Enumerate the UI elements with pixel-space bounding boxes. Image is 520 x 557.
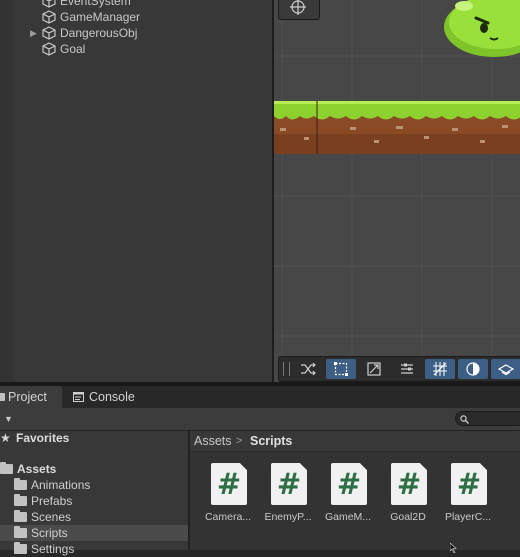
bottom-tab-bar: Project Console <box>0 386 520 408</box>
slime-enemy-sprite <box>444 0 520 57</box>
layers-button[interactable] <box>392 359 422 379</box>
move-tool-icon <box>290 0 306 15</box>
folder-icon <box>0 393 5 401</box>
asset-name: Goal2D <box>390 511 426 523</box>
tree-item-label: Settings <box>31 542 75 556</box>
search-icon <box>460 415 469 424</box>
script-asset-gamem[interactable]: # GameM... <box>320 463 376 533</box>
script-asset-playerc[interactable]: # PlayerC... <box>440 463 496 533</box>
tree-item-label: Scenes <box>31 510 72 524</box>
toolbar-drag-handle[interactable] <box>283 362 290 376</box>
folder-icon <box>14 478 27 490</box>
script-asset-camera[interactable]: # Camera... <box>200 463 256 533</box>
hash-glyph: # <box>276 467 302 501</box>
script-asset-enemyp[interactable]: # EnemyP... <box>260 463 316 533</box>
hierarchy-indent-strip <box>0 0 14 382</box>
rect-tool-icon <box>334 362 348 376</box>
hierarchy-item-label: Goal <box>60 42 86 56</box>
hierarchy-item-label: GameManager <box>60 10 141 24</box>
tab-project[interactable]: Project <box>0 386 62 408</box>
layers-icon <box>401 363 413 374</box>
snap-button[interactable] <box>359 359 389 379</box>
star-icon: ★ <box>0 431 11 445</box>
folder-icon <box>14 526 27 538</box>
hierarchy-item-label: DangerousObj <box>60 26 138 40</box>
tree-item-favorites[interactable]: ★ Favorites <box>0 430 188 446</box>
move-gizmo-button[interactable] <box>278 0 320 20</box>
tree-item-label: Assets <box>17 462 57 476</box>
tree-item-label: Scripts <box>31 526 68 540</box>
tab-label: Console <box>89 390 135 404</box>
asset-name: PlayerC... <box>444 511 492 523</box>
grid-button[interactable] <box>425 359 455 379</box>
breadcrumb-scripts[interactable]: Scripts <box>250 431 292 451</box>
shading-button[interactable] <box>458 359 488 379</box>
gameobject-cube-icon <box>42 26 56 40</box>
tab-console[interactable]: Console <box>66 386 146 408</box>
rect-tool-button[interactable] <box>326 359 356 379</box>
asset-browser: Assets > Scripts # Camera... # EnemyP...… <box>190 431 520 550</box>
tree-item-label: Animations <box>31 478 91 492</box>
hierarchy-panel: EventSystem GameManager ▶ DangerousObj G… <box>0 0 272 382</box>
asset-name: GameM... <box>324 511 372 523</box>
scene-overlay-toolbar <box>278 356 520 382</box>
search-input[interactable] <box>455 411 520 426</box>
console-icon <box>73 392 84 402</box>
folder-icon <box>14 542 27 554</box>
visibility-icon <box>498 364 514 376</box>
tab-label: Project <box>8 390 47 404</box>
gameobject-cube-icon <box>42 42 56 56</box>
tree-item-settings[interactable]: Settings <box>0 541 188 557</box>
breadcrumb-assets[interactable]: Assets <box>194 431 232 451</box>
tree-item-assets[interactable]: Assets <box>0 461 188 477</box>
scene-grid <box>274 0 520 382</box>
gameobject-cube-icon <box>42 10 56 24</box>
folder-icon <box>14 494 27 506</box>
project-folder-tree: ★ Favorites Assets Animations Prefabs Sc… <box>0 430 188 556</box>
tree-item-prefabs[interactable]: Prefabs <box>0 493 188 509</box>
script-asset-goal2d[interactable]: # Goal2D <box>380 463 436 533</box>
tree-item-label: Prefabs <box>31 494 73 508</box>
hash-glyph: # <box>336 467 362 501</box>
toggle-button[interactable] <box>293 359 323 379</box>
toggle-icon <box>301 362 316 376</box>
tree-item-scenes[interactable]: Scenes <box>0 509 188 525</box>
tree-item-label: Favorites <box>16 431 70 445</box>
tree-item-animations[interactable]: Animations <box>0 477 188 493</box>
folder-icon <box>14 510 27 522</box>
hash-glyph: # <box>396 467 422 501</box>
expand-arrow-icon[interactable]: ▶ <box>30 25 37 41</box>
ground-platform-sprite <box>274 101 520 154</box>
tree-item-scripts[interactable]: Scripts <box>0 525 188 541</box>
breadcrumb: Assets > Scripts <box>190 431 520 452</box>
add-dropdown-button[interactable]: ▼ <box>0 412 14 426</box>
snap-icon <box>367 362 381 376</box>
mouse-cursor-icon <box>450 543 457 553</box>
project-toolbar: ▼ <box>0 408 520 431</box>
visibility-button[interactable] <box>491 359 520 379</box>
grid-icon <box>433 362 447 376</box>
asset-name: EnemyP... <box>264 511 312 523</box>
chevron-down-icon: ▼ <box>4 414 13 424</box>
hash-glyph: # <box>216 467 242 501</box>
folder-icon <box>0 462 13 474</box>
scene-view[interactable] <box>272 0 520 382</box>
hash-glyph: # <box>456 467 482 501</box>
shading-icon <box>466 362 480 376</box>
gameobject-cube-icon <box>42 0 56 8</box>
asset-name: Camera... <box>204 511 252 523</box>
hierarchy-item-label: EventSystem <box>60 0 131 8</box>
chevron-right-icon: > <box>236 435 243 447</box>
